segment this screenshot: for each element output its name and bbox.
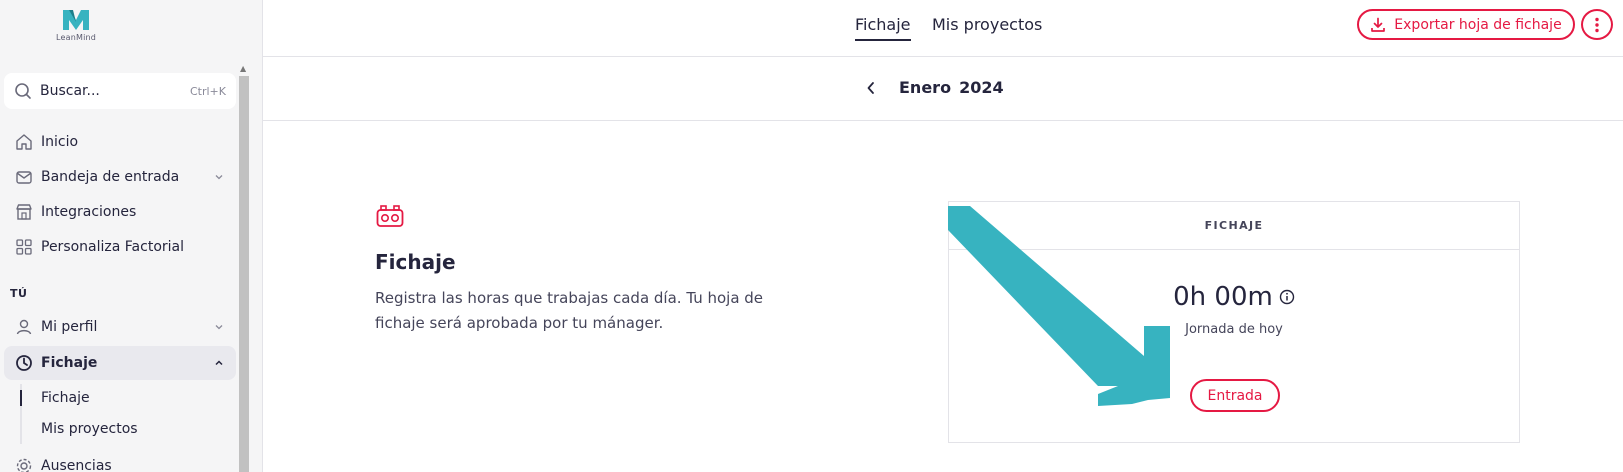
app-root: LeanMind Buscar... Ctrl+K Inicio Bandeja…: [0, 0, 1623, 472]
subnav-bar: [20, 414, 22, 444]
sidebar-item-label: Personaliza Factorial: [41, 239, 184, 255]
home-icon: [14, 132, 34, 152]
sidebar: LeanMind Buscar... Ctrl+K Inicio Bandeja…: [0, 0, 263, 472]
current-month-label: Enero 2024: [899, 78, 1004, 97]
inbox-icon: [14, 167, 34, 187]
download-icon: [1370, 17, 1386, 33]
tab-fichaje[interactable]: Fichaje: [855, 15, 911, 41]
top-bar: Fichaje Mis proyectos Exportar hoja de f…: [263, 0, 1623, 57]
sidebar-subitem-fichaje[interactable]: Fichaje: [20, 383, 230, 413]
sidebar-item-label: Mi perfil: [41, 319, 98, 335]
intro-description: Registra las horas que trabajas cada día…: [375, 289, 764, 332]
previous-month-button[interactable]: [861, 78, 881, 98]
leanmind-logo-icon: [63, 10, 89, 30]
sidebar-subitem-mis-proyectos[interactable]: Mis proyectos: [20, 414, 230, 444]
user-icon: [14, 317, 34, 337]
worked-time-caption: Jornada de hoy: [1185, 322, 1283, 337]
sidebar-item-mi-perfil[interactable]: Mi perfil: [4, 310, 236, 344]
sidebar-item-personaliza[interactable]: Personaliza Factorial: [4, 230, 236, 264]
month-navigation: Enero 2024: [263, 57, 1623, 121]
info-icon[interactable]: [1279, 289, 1295, 305]
gear-icon: [14, 456, 34, 472]
sidebar-item-label: Ausencias: [41, 458, 112, 472]
scroll-up-arrow-icon[interactable]: ▲: [240, 64, 246, 73]
search-input[interactable]: Buscar... Ctrl+K: [4, 73, 236, 109]
sidebar-item-ausencias[interactable]: Ausencias: [4, 449, 236, 472]
sidebar-item-fichaje[interactable]: Fichaje: [4, 346, 236, 380]
kebab-menu-icon: [1595, 17, 1599, 32]
export-timesheet-button[interactable]: Exportar hoja de fichaje: [1357, 9, 1575, 40]
clock-icon: [14, 353, 34, 373]
chevron-down-icon[interactable]: [212, 322, 226, 332]
chevron-left-icon: [867, 82, 874, 94]
worked-time-value: 0h 00m: [1173, 282, 1273, 312]
search-shortcut: Ctrl+K: [189, 84, 226, 98]
search-placeholder: Buscar...: [40, 83, 100, 99]
sidebar-item-inicio[interactable]: Inicio: [4, 125, 236, 159]
month-name: Enero: [899, 78, 952, 97]
active-indicator: [20, 390, 22, 406]
clock-in-button[interactable]: Entrada: [1190, 379, 1280, 412]
sidebar-item-integraciones[interactable]: Integraciones: [4, 195, 236, 229]
company-logo[interactable]: LeanMind: [52, 8, 100, 48]
intro-title: Fichaje: [375, 250, 456, 274]
month-year: 2024: [959, 78, 1004, 97]
sidebar-scrollbar[interactable]: ▲: [238, 64, 249, 472]
sidebar-item-bandeja[interactable]: Bandeja de entrada: [4, 160, 236, 194]
sidebar-item-label: Fichaje: [41, 355, 98, 371]
fichaje-card: FICHAJE 0h 00m Jornada de hoy Entrada: [948, 201, 1520, 443]
store-icon: [14, 202, 34, 222]
export-button-label: Exportar hoja de fichaje: [1394, 16, 1562, 33]
sidebar-item-label: Inicio: [41, 134, 79, 150]
scrollbar-thumb[interactable]: [239, 76, 249, 472]
logo-text: LeanMind: [55, 33, 97, 42]
tab-mis-proyectos[interactable]: Mis proyectos: [932, 15, 1042, 41]
chevron-up-icon[interactable]: [212, 358, 226, 368]
sidebar-item-label: Integraciones: [41, 204, 137, 220]
sidebar-item-label: Bandeja de entrada: [41, 169, 180, 185]
time-clock-icon: [376, 204, 404, 228]
chevron-down-icon[interactable]: [212, 172, 226, 182]
section-title-tu: TÚ: [10, 287, 28, 300]
worked-time: 0h 00m: [949, 282, 1519, 312]
card-header: FICHAJE: [949, 202, 1519, 250]
grid-icon: [14, 237, 34, 257]
sidebar-subitem-label: Mis proyectos: [41, 421, 138, 437]
search-icon: [14, 81, 34, 101]
more-options-button[interactable]: [1581, 9, 1613, 40]
sidebar-subitem-label: Fichaje: [41, 390, 90, 406]
